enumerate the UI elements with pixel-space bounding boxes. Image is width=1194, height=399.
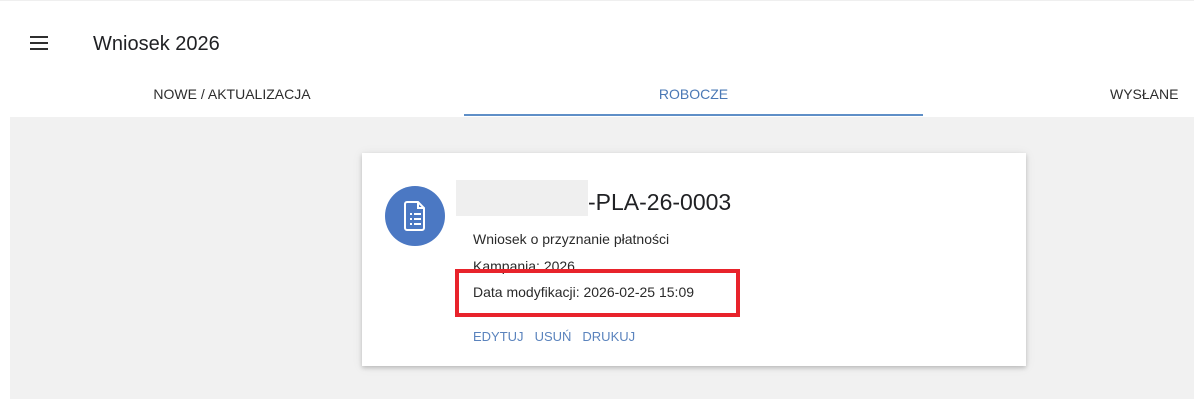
menu-line bbox=[30, 36, 48, 38]
card-actions: EDYTUJ USUŃ DRUKUJ bbox=[473, 329, 635, 345]
application-window: Wniosek 2026 NOWE / AKTUALIZACJA ROBOCZE… bbox=[0, 0, 1194, 399]
print-link[interactable]: DRUKUJ bbox=[582, 329, 635, 345]
edit-link[interactable]: EDYTUJ bbox=[473, 329, 524, 345]
page-title: Wniosek 2026 bbox=[93, 33, 220, 55]
tab-drafts[interactable]: ROBOCZE bbox=[464, 70, 923, 117]
document-avatar bbox=[385, 186, 445, 246]
application-tabs: NOWE / AKTUALIZACJA ROBOCZE WYSŁANE bbox=[0, 70, 1194, 117]
tab-sent[interactable]: WYSŁANE bbox=[1110, 70, 1194, 117]
menu-line bbox=[30, 48, 48, 50]
document-list-icon bbox=[404, 201, 425, 231]
hamburger-menu-icon[interactable] bbox=[30, 36, 48, 50]
tab-new-update[interactable]: NOWE / AKTUALIZACJA bbox=[0, 70, 464, 117]
application-type: Wniosek o przyznanie płatności bbox=[473, 231, 670, 247]
application-card: -PLA-26-0003 Wniosek o przyznanie płatno… bbox=[362, 153, 1026, 366]
application-number: -PLA-26-0003 bbox=[588, 189, 732, 215]
top-app-bar: Wniosek 2026 bbox=[0, 0, 1194, 70]
active-tab-indicator bbox=[464, 114, 923, 116]
menu-line bbox=[30, 42, 48, 44]
modification-date-highlight bbox=[455, 269, 740, 317]
delete-link[interactable]: USUŃ bbox=[535, 329, 572, 345]
drafts-content-area: -PLA-26-0003 Wniosek o przyznanie płatno… bbox=[10, 117, 1194, 399]
redacted-application-prefix bbox=[456, 180, 588, 216]
